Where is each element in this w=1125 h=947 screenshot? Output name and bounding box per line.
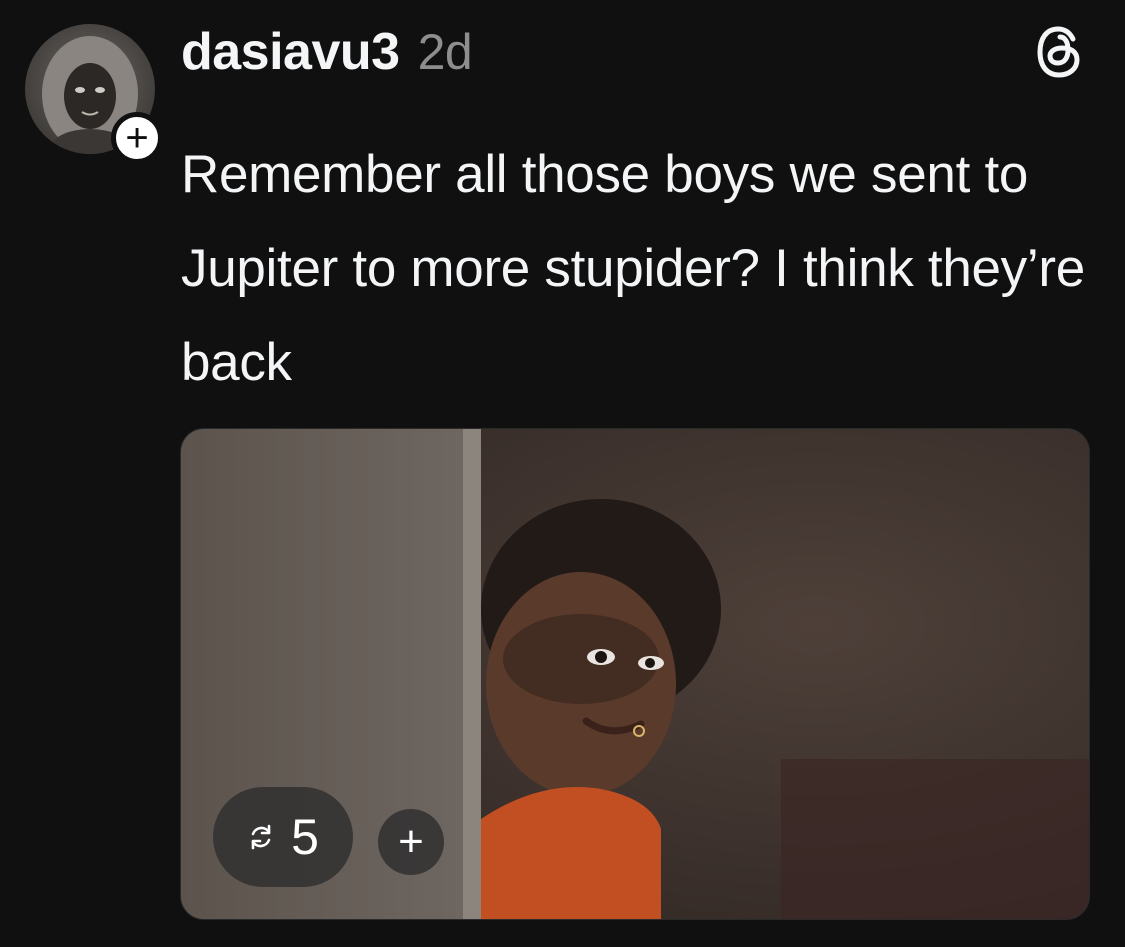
username[interactable]: dasiavu3 <box>181 22 400 82</box>
post-text: Remember all those boys we sent to Jupit… <box>181 145 1085 392</box>
follow-plus-button[interactable]: + <box>111 112 163 164</box>
repost-count: 5 <box>291 809 319 865</box>
plus-icon: + <box>398 817 424 866</box>
repost-icon <box>251 824 271 850</box>
plus-icon: + <box>125 116 149 160</box>
repost-button[interactable]: 5 <box>213 787 353 887</box>
avatar-container[interactable]: + <box>25 24 163 164</box>
post-time: 2d <box>417 24 473 80</box>
post-image[interactable]: 5 + <box>180 428 1090 920</box>
threads-logo-icon <box>1037 26 1080 78</box>
add-button[interactable]: + <box>378 809 444 875</box>
post-header: dasiavu3 2d <box>181 22 473 82</box>
